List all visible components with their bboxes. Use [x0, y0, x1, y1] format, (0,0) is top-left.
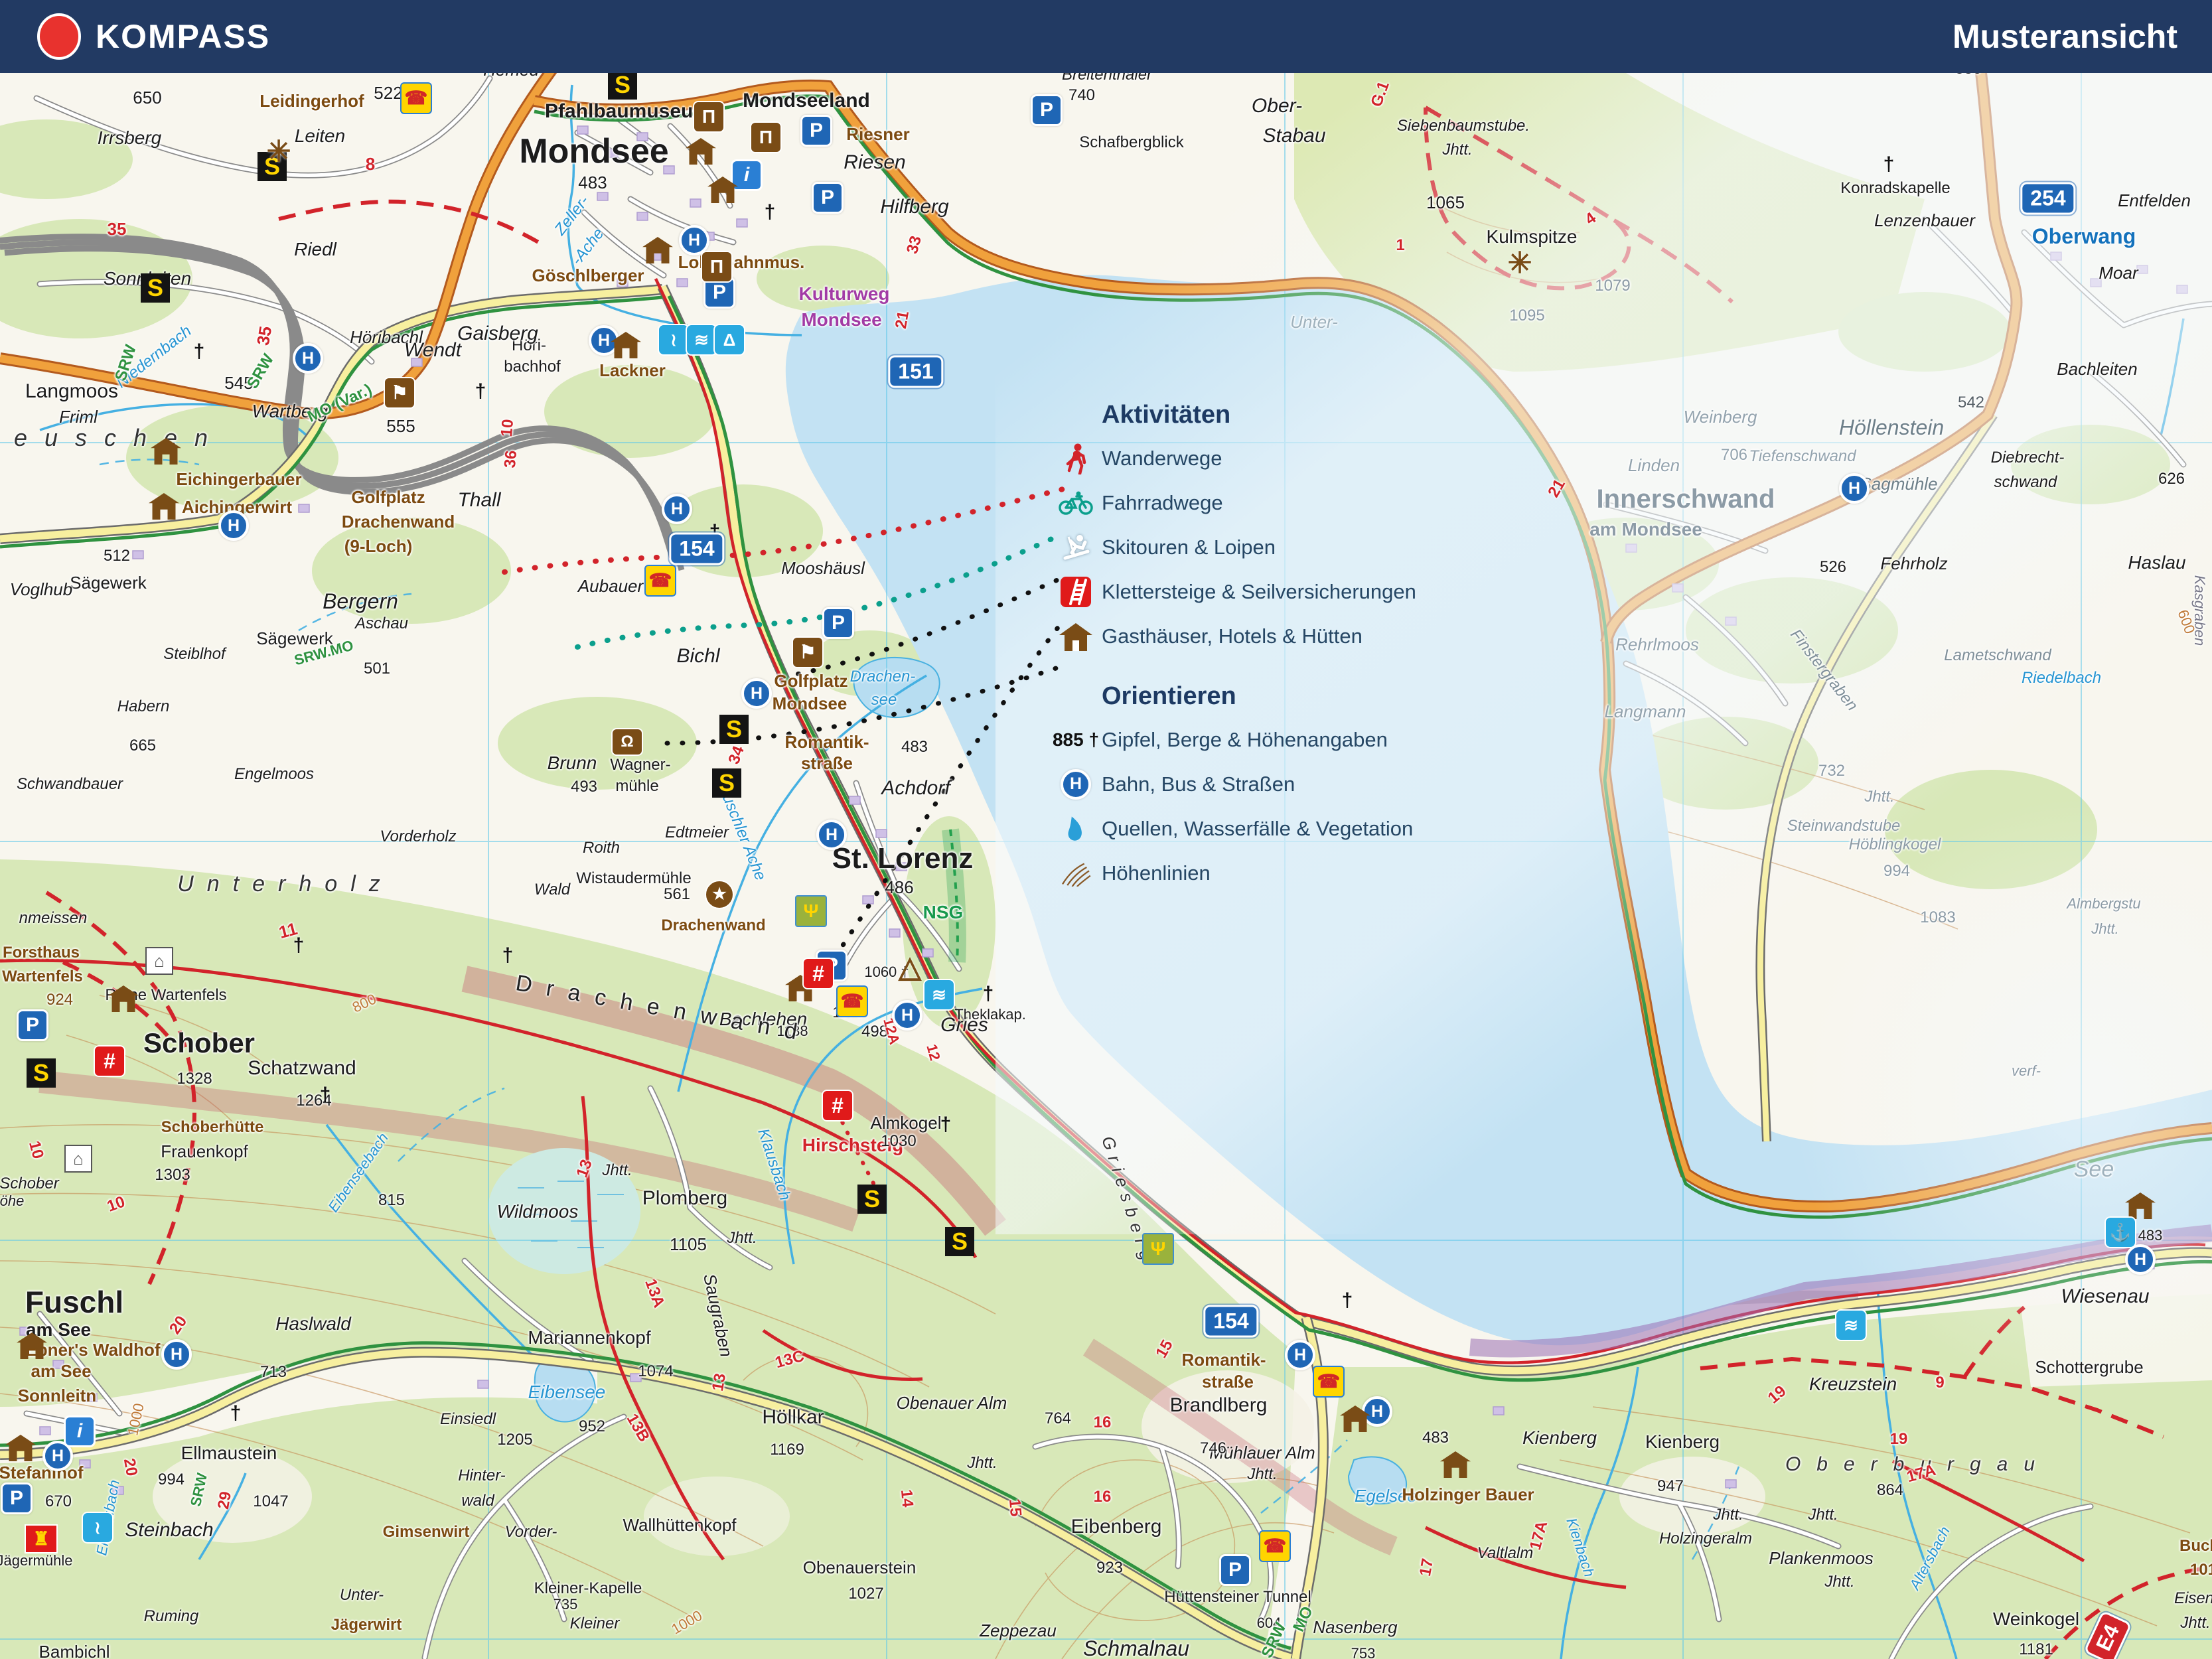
ferrata-icon	[1050, 577, 1102, 607]
bus-icon: H	[1050, 769, 1102, 800]
legend-label: Gasthäuser, Hotels & Hütten	[1102, 624, 1363, 648]
page-title: Musteransicht	[1953, 17, 2177, 56]
legend-item-gasthaeuser: Gasthäuser, Hotels & Hütten	[1050, 614, 1581, 658]
map-legend: Aktivitäten Wanderwege Fahrradwege Skito…	[1050, 401, 1581, 895]
legend-activities-list: Wanderwege Fahrradwege Skitouren & Loipe…	[1050, 436, 1581, 658]
legend-item-wanderwege: Wanderwege	[1050, 436, 1581, 480]
legend-item-quellen: Quellen, Wasserfälle & Vegetation	[1050, 806, 1581, 851]
legend-activities-title: Aktivitäten	[1102, 401, 1581, 429]
kompass-logo-icon	[35, 12, 84, 61]
hiker-icon	[1050, 443, 1102, 474]
kompass-logo: KOMPASS	[35, 12, 270, 61]
contour-icon	[1050, 860, 1102, 887]
kompass-map-sample: { "header": { "brand": "KOMPASS", "title…	[0, 0, 2212, 1659]
ski-icon	[1050, 533, 1102, 562]
legend-item-fahrradwege: Fahrradwege	[1050, 480, 1581, 525]
legend-label: Quellen, Wasserfälle & Vegetation	[1102, 817, 1413, 841]
legend-label: Klettersteige & Seilversicherungen	[1102, 580, 1416, 604]
legend-item-gipfel: 885 † Gipfel, Berge & Höhenangaben	[1050, 717, 1581, 762]
peak-icon: 885 †	[1050, 729, 1102, 751]
legend-label: Gipfel, Berge & Höhenangaben	[1102, 728, 1388, 752]
wildmoos-marsh	[488, 1148, 640, 1274]
bike-icon	[1050, 491, 1102, 515]
header-bar: KOMPASS Musteransicht	[0, 0, 2212, 73]
legend-label: Höhenlinien	[1102, 861, 1211, 885]
legend-label: Skitouren & Loipen	[1102, 536, 1276, 559]
legend-label: Fahrradwege	[1102, 491, 1223, 515]
legend-item-klettersteige: Klettersteige & Seilversicherungen	[1050, 569, 1581, 614]
brand-name: KOMPASS	[96, 17, 270, 56]
legend-orientation-title: Orientieren	[1102, 682, 1581, 711]
spring-icon	[1050, 815, 1102, 843]
legend-orientation-list: 885 † Gipfel, Berge & Höhenangaben H Bah…	[1050, 717, 1581, 895]
legend-label: Wanderwege	[1102, 447, 1222, 470]
legend-label: Bahn, Bus & Straßen	[1102, 772, 1295, 796]
hut-icon	[1050, 622, 1102, 651]
legend-item-bahn: H Bahn, Bus & Straßen	[1050, 762, 1581, 806]
legend-item-skitouren: Skitouren & Loipen	[1050, 525, 1581, 569]
legend-item-hoehenlinien: Höhenlinien	[1050, 851, 1581, 895]
